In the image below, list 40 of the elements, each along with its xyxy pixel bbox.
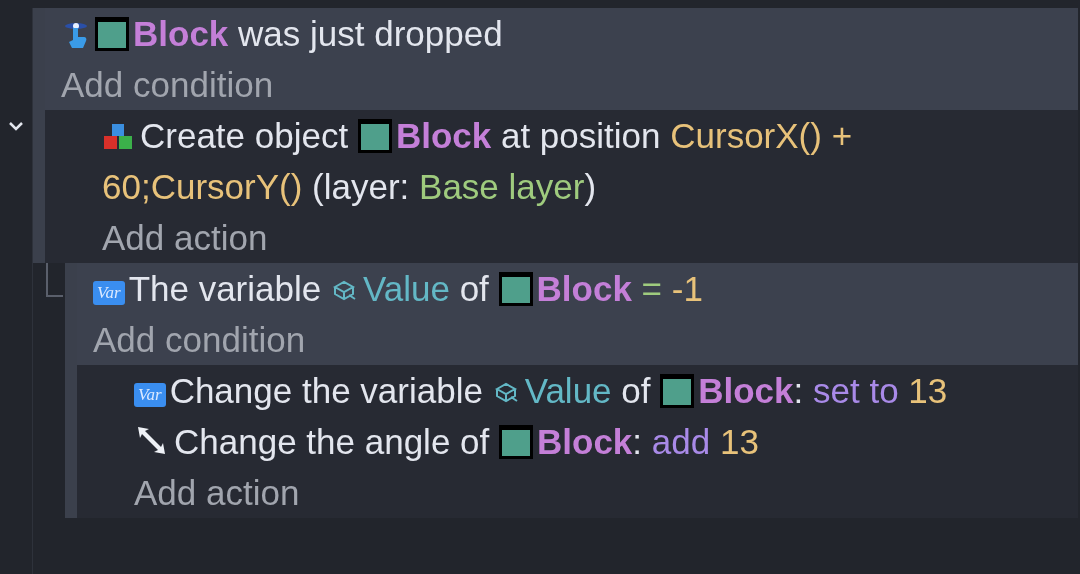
object-square-icon xyxy=(95,17,129,51)
variable-name: Value xyxy=(524,371,612,410)
add-condition-button[interactable]: Add condition xyxy=(61,59,274,110)
variable-icon: Var xyxy=(93,281,125,305)
instruction-text: Create object xyxy=(140,116,349,155)
expression-text: -1 xyxy=(671,269,703,308)
object-name: Block xyxy=(395,116,492,155)
object-name: Block xyxy=(133,14,229,53)
expression-text: 60;CursorY() xyxy=(102,167,303,206)
instruction-text: of xyxy=(459,269,489,308)
add-action-button[interactable]: Add action xyxy=(102,212,268,263)
object-name: Block xyxy=(536,269,632,308)
operation-text: add xyxy=(651,422,711,461)
layer-name: Base layer xyxy=(419,167,585,206)
object-name: Block xyxy=(537,422,633,461)
operation-text: set to xyxy=(813,371,899,410)
tree-connector-line xyxy=(46,263,63,297)
expression-text: CursorX() + xyxy=(670,116,853,155)
object-square-icon xyxy=(498,272,533,306)
object-name: Block xyxy=(698,371,794,410)
instruction-text: : xyxy=(632,422,643,461)
object-square-icon xyxy=(660,374,695,408)
instruction-text: (layer: xyxy=(312,167,410,206)
object-square-icon xyxy=(357,119,392,153)
instruction-text: Change the variable xyxy=(169,371,483,410)
instruction-text: : xyxy=(793,371,804,410)
variable-name: Value xyxy=(362,269,450,308)
expression-text: 13 xyxy=(719,422,759,461)
variable-icon: Var xyxy=(134,383,166,407)
expression-text: 13 xyxy=(908,371,948,410)
operator-text: = xyxy=(641,269,663,308)
instruction-text: Change the angle of xyxy=(174,422,490,461)
instruction-text: The variable xyxy=(128,269,322,308)
instruction-text: of xyxy=(621,371,651,410)
instruction-text: was just dropped xyxy=(238,14,503,53)
instruction-text: ) xyxy=(584,167,597,206)
add-action-button[interactable]: Add action xyxy=(134,467,300,518)
instruction-text: at position xyxy=(500,116,661,155)
object-square-icon xyxy=(499,425,533,459)
add-condition-button[interactable]: Add condition xyxy=(93,314,306,365)
